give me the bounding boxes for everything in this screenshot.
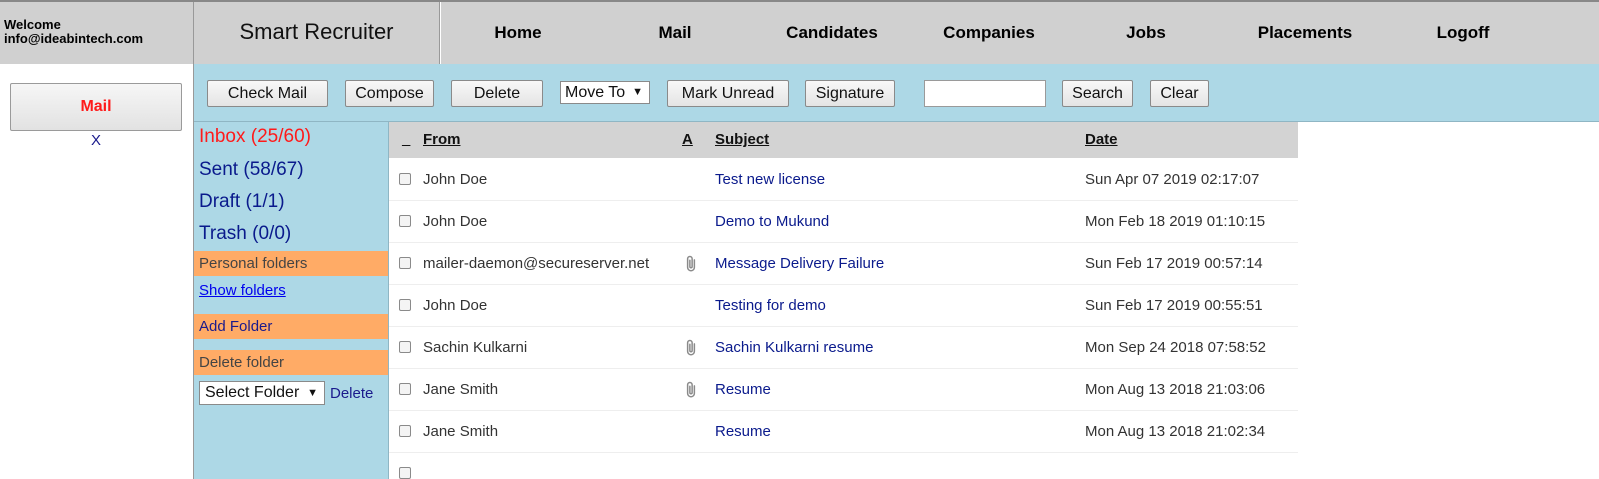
user-email: info@ideabintech.com — [4, 31, 144, 46]
show-folders-link[interactable]: Show folders — [199, 282, 286, 299]
nav-candidates[interactable]: Candidates — [786, 2, 878, 64]
move-to-label: Move To — [565, 84, 626, 101]
select-folder-label: Select Folder — [205, 384, 300, 401]
row-date: Sun Apr 07 2019 02:17:07 — [1085, 171, 1260, 188]
date-column-header[interactable]: Date — [1085, 122, 1118, 158]
row-date: Mon Aug 13 2018 21:02:34 — [1085, 423, 1266, 440]
delete-folder-link[interactable]: Delete — [330, 385, 373, 402]
welcome-box: Welcome info@ideabintech.com — [0, 2, 194, 66]
row-date: Sun Feb 17 2019 00:55:51 — [1085, 297, 1263, 314]
table-row[interactable]: mailer-daemon@secureserver.net Message De… — [389, 243, 1298, 285]
table-row[interactable]: Sachin Kulkarni Sachin Kulkarni resume Mon… — [389, 327, 1298, 369]
table-row[interactable] — [389, 453, 1298, 479]
search-input[interactable] — [924, 80, 1046, 107]
row-subject-link[interactable]: Demo to Mukund — [715, 201, 829, 243]
row-checkbox[interactable] — [399, 257, 411, 269]
from-column-header[interactable]: From — [423, 122, 461, 158]
personal-folders-header: Personal folders — [194, 251, 388, 276]
welcome-label: Welcome — [4, 17, 61, 32]
nav-logoff[interactable]: Logoff — [1437, 2, 1490, 64]
row-checkbox[interactable] — [399, 467, 411, 479]
table-row[interactable]: John Doe Test new license Sun Apr 07 2019 … — [389, 159, 1298, 201]
row-checkbox[interactable] — [399, 173, 411, 185]
nav-companies[interactable]: Companies — [943, 2, 1035, 64]
top-header: Welcome info@ideabintech.com Smart Recru… — [0, 0, 1599, 66]
row-checkbox[interactable] — [399, 341, 411, 353]
delete-button[interactable]: Delete — [451, 80, 543, 107]
folder-inbox[interactable]: Inbox (25/60) — [199, 126, 311, 148]
select-column-header[interactable]: _ — [402, 122, 410, 158]
row-subject-link[interactable]: Resume — [715, 411, 771, 453]
mail-table: _ From A Subject Date John Doe Test new l… — [389, 122, 1298, 479]
caret-down-icon: ▼ — [632, 86, 643, 98]
search-button[interactable]: Search — [1062, 80, 1133, 107]
row-subject-link[interactable]: Resume — [715, 369, 771, 411]
paperclip-icon — [682, 255, 700, 273]
row-from: John Doe — [423, 213, 488, 230]
nav-jobs[interactable]: Jobs — [1126, 2, 1166, 64]
row-from: John Doe — [423, 171, 488, 188]
row-checkbox[interactable] — [399, 299, 411, 311]
row-subject-link[interactable]: Message Delivery Failure — [715, 243, 884, 285]
row-checkbox[interactable] — [399, 425, 411, 437]
delete-folder-header: Delete folder — [194, 350, 388, 375]
main-nav: Home Mail Candidates Companies Jobs Plac… — [441, 2, 1599, 66]
mark-unread-button[interactable]: Mark Unread — [667, 80, 789, 107]
nav-mail[interactable]: Mail — [658, 2, 691, 64]
table-row[interactable]: Jane Smith Resume Mon Aug 13 2018 21:03:06 — [389, 369, 1298, 411]
folder-trash[interactable]: Trash (0/0) — [199, 223, 291, 245]
row-from: Jane Smith — [423, 381, 499, 398]
row-from: Jane Smith — [423, 423, 499, 440]
paperclip-icon — [682, 381, 700, 399]
caret-down-icon: ▼ — [307, 387, 318, 399]
row-date: Mon Sep 24 2018 07:58:52 — [1085, 339, 1266, 356]
row-from: mailer-daemon@secureserver.net — [423, 255, 650, 272]
folder-sent[interactable]: Sent (58/67) — [199, 159, 304, 181]
select-folder-dropdown[interactable]: Select Folder ▼ — [199, 381, 325, 405]
row-from: Sachin Kulkarni — [423, 339, 528, 356]
left-tab-panel: Mail X — [0, 64, 194, 479]
close-tab-link[interactable]: X — [0, 132, 192, 149]
table-row[interactable]: Jane Smith Resume Mon Aug 13 2018 21:02:34 — [389, 411, 1298, 453]
row-date: Sun Feb 17 2019 00:57:14 — [1085, 255, 1263, 272]
check-mail-button[interactable]: Check Mail — [207, 80, 328, 107]
mail-tab-button[interactable]: Mail — [10, 83, 182, 131]
nav-home[interactable]: Home — [494, 2, 541, 64]
row-subject-link[interactable]: Test new license — [715, 159, 825, 201]
folder-panel: Inbox (25/60) Sent (58/67) Draft (1/1) T… — [194, 122, 389, 479]
folder-draft[interactable]: Draft (1/1) — [199, 191, 285, 213]
row-date: Mon Aug 13 2018 21:03:06 — [1085, 381, 1266, 398]
row-checkbox[interactable] — [399, 215, 411, 227]
subject-column-header[interactable]: Subject — [715, 122, 769, 158]
mail-toolbar: Check Mail Compose Delete Move To ▼ Mark… — [194, 64, 1599, 122]
move-to-select[interactable]: Move To ▼ — [560, 81, 650, 104]
add-folder-button[interactable]: Add Folder — [194, 314, 388, 339]
row-from: John Doe — [423, 297, 488, 314]
clear-button[interactable]: Clear — [1150, 80, 1209, 107]
signature-button[interactable]: Signature — [805, 80, 895, 107]
row-date: Mon Feb 18 2019 01:10:15 — [1085, 213, 1266, 230]
table-row[interactable]: John Doe Demo to Mukund Mon Feb 18 2019 01… — [389, 201, 1298, 243]
row-subject-link[interactable]: Sachin Kulkarni resume — [715, 327, 873, 369]
row-subject-link[interactable]: Testing for demo — [715, 285, 826, 327]
paperclip-icon — [682, 339, 700, 357]
row-checkbox[interactable] — [399, 383, 411, 395]
nav-placements[interactable]: Placements — [1258, 2, 1353, 64]
table-header: _ From A Subject Date — [389, 122, 1298, 158]
compose-button[interactable]: Compose — [345, 80, 434, 107]
brand-title: Smart Recruiter — [194, 2, 440, 66]
attachment-column-header[interactable]: A — [682, 122, 693, 158]
table-row[interactable]: John Doe Testing for demo Sun Feb 17 2019 … — [389, 285, 1298, 327]
